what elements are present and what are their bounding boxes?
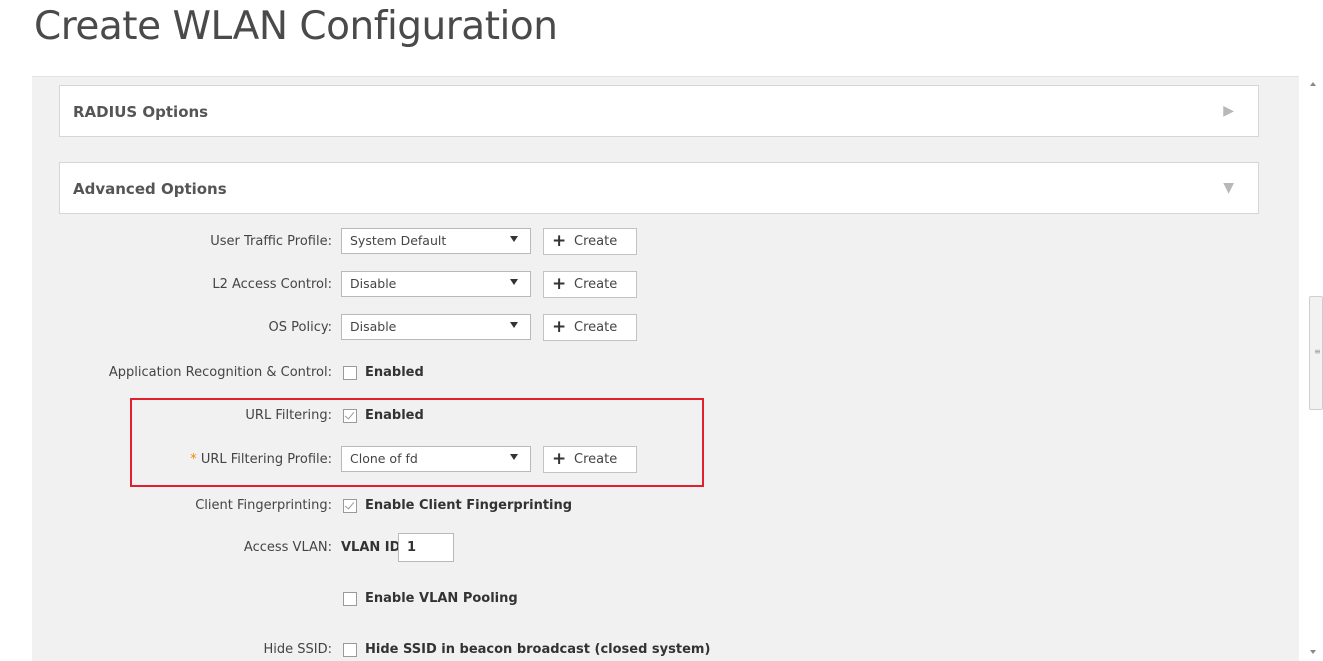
- hide-ssid-label: Hide SSID:: [263, 642, 333, 657]
- client-fingerprinting-checkbox[interactable]: [343, 499, 357, 513]
- l2-access-control-label: L2 Access Control:: [212, 277, 332, 292]
- required-mark: *: [190, 452, 197, 467]
- app-recognition-checkbox[interactable]: [343, 366, 357, 380]
- access-vlan-label: Access VLAN:: [243, 540, 332, 555]
- triangle-right-icon[interactable]: ▶: [1223, 103, 1234, 119]
- url-filtering-profile-select[interactable]: Clone of fd: [341, 446, 531, 472]
- hide-ssid-checkbox[interactable]: [343, 643, 357, 657]
- l2-access-control-create-button[interactable]: + Create: [543, 271, 637, 298]
- l2-access-control-select[interactable]: Disable: [341, 271, 531, 297]
- url-filtering-checkbox-label[interactable]: Enabled: [365, 408, 424, 423]
- os-policy-select[interactable]: Disable: [341, 314, 531, 340]
- user-traffic-profile-label: User Traffic Profile:: [210, 234, 332, 249]
- url-filtering-label: URL Filtering:: [245, 408, 332, 423]
- vlan-pooling-checkbox-label[interactable]: Enable VLAN Pooling: [365, 591, 518, 606]
- vlan-pooling-checkbox[interactable]: [343, 592, 357, 606]
- user-traffic-profile-create-button[interactable]: + Create: [543, 228, 637, 255]
- vlan-id-label: VLAN ID: [341, 540, 401, 555]
- scrollbar-thumb[interactable]: ≡: [1309, 296, 1323, 410]
- create-label: Create: [574, 234, 618, 249]
- create-label: Create: [574, 452, 618, 467]
- os-policy-create-button[interactable]: + Create: [543, 314, 637, 341]
- l2-access-control-value: Disable: [350, 276, 397, 291]
- caret-down-icon: [510, 236, 518, 242]
- user-traffic-profile-value: System Default: [350, 233, 447, 248]
- scroll-up-icon[interactable]: [1310, 82, 1316, 86]
- advanced-options-section[interactable]: Advanced Options ▼: [59, 162, 1259, 214]
- hide-ssid-checkbox-label[interactable]: Hide SSID in beacon broadcast (closed sy…: [365, 642, 710, 657]
- plus-icon: +: [552, 449, 567, 469]
- url-filtering-profile-label: * URL Filtering Profile:: [190, 452, 332, 467]
- client-fingerprinting-checkbox-label[interactable]: Enable Client Fingerprinting: [365, 498, 572, 513]
- vlan-id-input[interactable]: 1: [398, 533, 454, 562]
- plus-icon: +: [552, 231, 567, 251]
- radius-options-section[interactable]: RADIUS Options ▶: [59, 85, 1259, 137]
- url-filtering-profile-value: Clone of fd: [350, 451, 418, 466]
- page-title: Create WLAN Configuration: [34, 4, 558, 49]
- user-traffic-profile-select[interactable]: System Default: [341, 228, 531, 254]
- triangle-down-icon[interactable]: ▼: [1223, 180, 1234, 196]
- radius-options-title: RADIUS Options: [73, 103, 209, 121]
- app-recognition-label: Application Recognition & Control:: [108, 365, 332, 380]
- caret-down-icon: [510, 279, 518, 285]
- advanced-options-title: Advanced Options: [73, 180, 227, 198]
- caret-down-icon: [510, 322, 518, 328]
- os-policy-label: OS Policy:: [268, 320, 332, 335]
- plus-icon: +: [552, 274, 567, 294]
- create-label: Create: [574, 320, 618, 335]
- client-fingerprinting-label: Client Fingerprinting:: [195, 498, 332, 513]
- url-filtering-checkbox[interactable]: [343, 409, 357, 423]
- grip-icon: ≡: [1314, 347, 1321, 356]
- create-label: Create: [574, 277, 618, 292]
- url-filtering-profile-label-text: URL Filtering Profile:: [200, 452, 332, 467]
- os-policy-value: Disable: [350, 319, 397, 334]
- vertical-scrollbar[interactable]: ≡: [1306, 76, 1323, 660]
- caret-down-icon: [510, 454, 518, 460]
- url-filtering-profile-create-button[interactable]: + Create: [543, 446, 637, 473]
- form-panel: RADIUS Options ▶ Advanced Options ▼ User…: [32, 76, 1299, 661]
- plus-icon: +: [552, 317, 567, 337]
- scroll-down-icon[interactable]: [1310, 650, 1316, 654]
- app-recognition-checkbox-label[interactable]: Enabled: [365, 365, 424, 380]
